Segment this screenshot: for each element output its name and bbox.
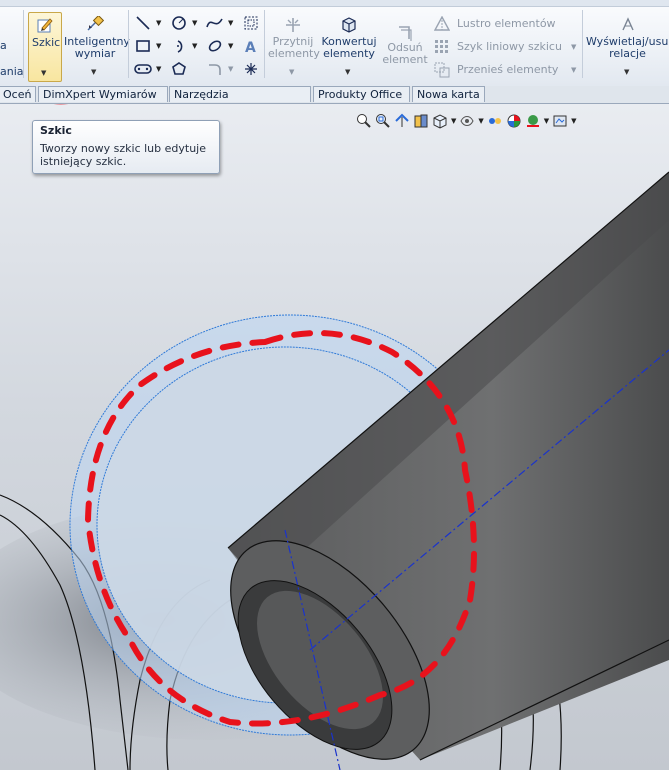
tab-office-products[interactable]: Produkty Office xyxy=(313,86,410,102)
tab-dimxpert[interactable]: DimXpert Wymiarów xyxy=(38,86,168,102)
arc-icon[interactable] xyxy=(168,37,190,55)
group-separator xyxy=(23,10,24,78)
graphics-area[interactable] xyxy=(0,104,669,770)
trim-entities-button[interactable]: Przytnij elementy ▼ xyxy=(268,12,320,80)
cut-off-label-top: a xyxy=(0,39,7,52)
chevron-down-icon[interactable]: ▼ xyxy=(571,117,576,125)
view-orientation-icon[interactable] xyxy=(432,113,448,129)
chevron-down-icon[interactable]: ▼ xyxy=(571,43,576,51)
line-icon[interactable] xyxy=(132,14,154,32)
heads-up-view-toolbar: ▼ ▼ ▼ ▼ xyxy=(356,112,577,130)
group-separator xyxy=(128,10,129,78)
smart-dimension-icon xyxy=(86,14,105,35)
ellipse-icon[interactable] xyxy=(204,37,226,55)
pattern-icon xyxy=(434,39,450,58)
chevron-down-icon[interactable]: ▼ xyxy=(192,42,197,50)
mirror-entities-button[interactable]: Lustro elementów xyxy=(433,15,576,35)
chevron-down-icon[interactable]: ▼ xyxy=(156,19,161,27)
zoom-to-fit-icon[interactable] xyxy=(356,113,372,129)
edit-appearance-icon[interactable] xyxy=(506,113,522,129)
tooltip-title: Szkic xyxy=(40,124,72,137)
chevron-down-icon[interactable]: ▼ xyxy=(192,19,197,27)
sketch-icon xyxy=(37,17,53,36)
hide-show-items-icon[interactable] xyxy=(487,113,503,129)
sketch-label: Szkic xyxy=(32,36,61,49)
move-label: Przenieś elementy xyxy=(457,63,559,76)
convert-label-2: elementy xyxy=(323,47,375,60)
tab-new[interactable]: Nowa karta xyxy=(412,86,485,102)
command-manager-tabs: Oceń DimXpert Wymiarów Narzędzia rendero… xyxy=(0,86,669,117)
apply-scene-icon[interactable] xyxy=(525,113,541,129)
offset-label-2: element xyxy=(382,53,428,66)
fillet-icon[interactable] xyxy=(204,60,226,78)
linear-pattern-button[interactable]: Szyk liniowy szkicu ▼ xyxy=(434,39,576,55)
chevron-down-icon[interactable]: ▼ xyxy=(156,42,161,50)
move-icon xyxy=(434,62,450,81)
chevron-down-icon[interactable]: ▼ xyxy=(451,117,456,125)
tooltip-body-line-1: Tworzy nowy szkic lub edytuje xyxy=(40,142,206,155)
convert-entities-button[interactable]: Konwertuj elementy ▼ xyxy=(320,12,378,80)
model-canvas xyxy=(0,104,669,770)
spline-icon[interactable] xyxy=(204,14,226,32)
point-grid-icon[interactable] xyxy=(240,14,262,32)
chevron-down-icon: ▼ xyxy=(41,69,47,77)
sketch-button[interactable]: Szkic ▼ xyxy=(28,12,62,82)
text-icon[interactable]: A xyxy=(240,37,262,55)
mirror-icon xyxy=(433,15,451,35)
tooltip-body-line-2: istniejący szkic. xyxy=(40,155,127,168)
display-delete-relations-button[interactable]: Wyświetlaj/usuń relacje ▼ xyxy=(586,12,669,80)
command-manager-ribbon: a ania Szkic ▼ Inteligentny wymiar ▼ ▼ ▼… xyxy=(0,0,669,87)
chevron-down-icon[interactable]: ▼ xyxy=(478,117,483,125)
linear-pattern-label: Szyk liniowy szkicu xyxy=(457,40,562,53)
point-icon[interactable] xyxy=(240,60,262,78)
section-view-icon[interactable] xyxy=(413,113,429,129)
smart-dimension-button[interactable]: Inteligentny wymiar ▼ xyxy=(64,12,130,80)
sketch-tooltip: Szkic Tworzy nowy szkic lub edytuje istn… xyxy=(32,120,220,174)
chevron-down-icon: ▼ xyxy=(624,68,630,76)
chevron-down-icon[interactable]: ▼ xyxy=(228,65,233,73)
previous-view-icon[interactable] xyxy=(394,113,410,129)
svg-text:A: A xyxy=(245,40,256,54)
chevron-down-icon[interactable]: ▼ xyxy=(544,117,549,125)
chevron-down-icon: ▼ xyxy=(345,68,351,76)
smart-dimension-label-2: wymiar xyxy=(74,47,116,60)
chevron-down-icon[interactable]: ▼ xyxy=(571,66,576,74)
tab-evaluate[interactable]: Oceń xyxy=(0,86,36,102)
group-separator xyxy=(264,10,265,78)
tab-render-tools[interactable]: Narzędzia renderowania xyxy=(169,86,311,117)
offset-entities-button[interactable]: Odsuń element xyxy=(380,20,430,80)
display-style-icon[interactable] xyxy=(459,113,475,129)
group-separator xyxy=(582,10,583,78)
trim-icon xyxy=(284,16,302,37)
circle-icon[interactable] xyxy=(168,14,190,32)
relations-label-2: relacje xyxy=(609,47,646,60)
chevron-down-icon: ▼ xyxy=(289,68,295,76)
rectangle-icon[interactable] xyxy=(132,37,154,55)
trim-label-2: elementy xyxy=(268,47,320,60)
convert-icon xyxy=(340,16,358,37)
zoom-to-area-icon[interactable] xyxy=(375,113,391,129)
slot-icon[interactable] xyxy=(132,60,154,78)
mirror-label: Lustro elementów xyxy=(457,17,556,30)
polygon-icon[interactable] xyxy=(168,60,190,78)
chevron-down-icon: ▼ xyxy=(91,68,97,76)
chevron-down-icon[interactable]: ▼ xyxy=(156,65,161,73)
chevron-down-icon[interactable]: ▼ xyxy=(228,19,233,27)
move-entities-button[interactable]: Przenieś elementy ▼ xyxy=(434,62,576,78)
relations-icon xyxy=(620,16,636,35)
view-settings-icon[interactable] xyxy=(552,113,568,129)
cut-off-label-bottom: ania xyxy=(0,65,24,78)
quick-access-toolbar xyxy=(0,0,669,7)
chevron-down-icon[interactable]: ▼ xyxy=(228,42,233,50)
solidworks-window: a ania Szkic ▼ Inteligentny wymiar ▼ ▼ ▼… xyxy=(0,0,669,770)
